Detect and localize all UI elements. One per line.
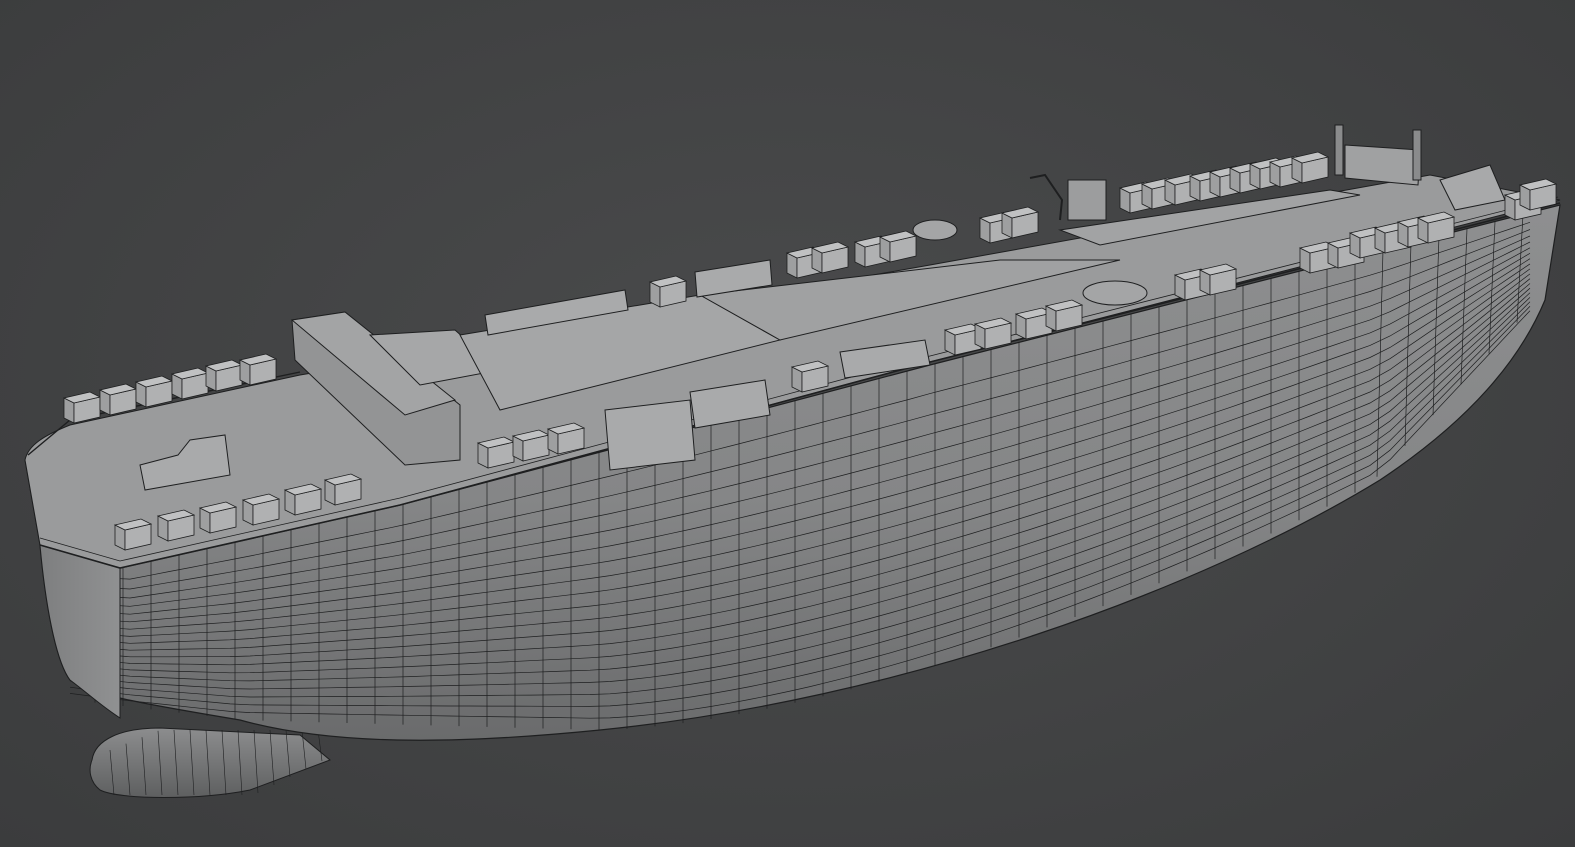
- container-box: [198, 501, 238, 534]
- container-box: [1290, 151, 1330, 184]
- container-box: [1000, 206, 1040, 239]
- container-box: [476, 436, 516, 469]
- container-box: [241, 493, 281, 526]
- container-box: [973, 317, 1013, 350]
- container-box: [810, 241, 850, 274]
- 3d-viewport[interactable]: [0, 0, 1575, 847]
- container-box: [1198, 263, 1238, 296]
- container-box: [113, 518, 153, 551]
- container-box: [134, 375, 174, 408]
- container-box: [62, 391, 102, 424]
- container-box: [648, 275, 688, 308]
- container-box: [323, 473, 363, 506]
- container-box: [1044, 299, 1084, 332]
- container-box: [878, 230, 918, 263]
- container-box: [1518, 178, 1558, 211]
- container-box: [1416, 211, 1456, 244]
- container-box: [170, 367, 210, 400]
- container-box: [283, 483, 323, 516]
- container-box: [98, 383, 138, 416]
- container-box: [156, 509, 196, 542]
- bulbous-bow: [89, 727, 331, 798]
- container-box: [790, 360, 830, 393]
- ship-model-render: [24, 124, 1561, 798]
- container-box: [546, 422, 586, 455]
- container-box: [511, 429, 551, 462]
- container-box: [204, 359, 244, 392]
- container-box: [238, 353, 278, 386]
